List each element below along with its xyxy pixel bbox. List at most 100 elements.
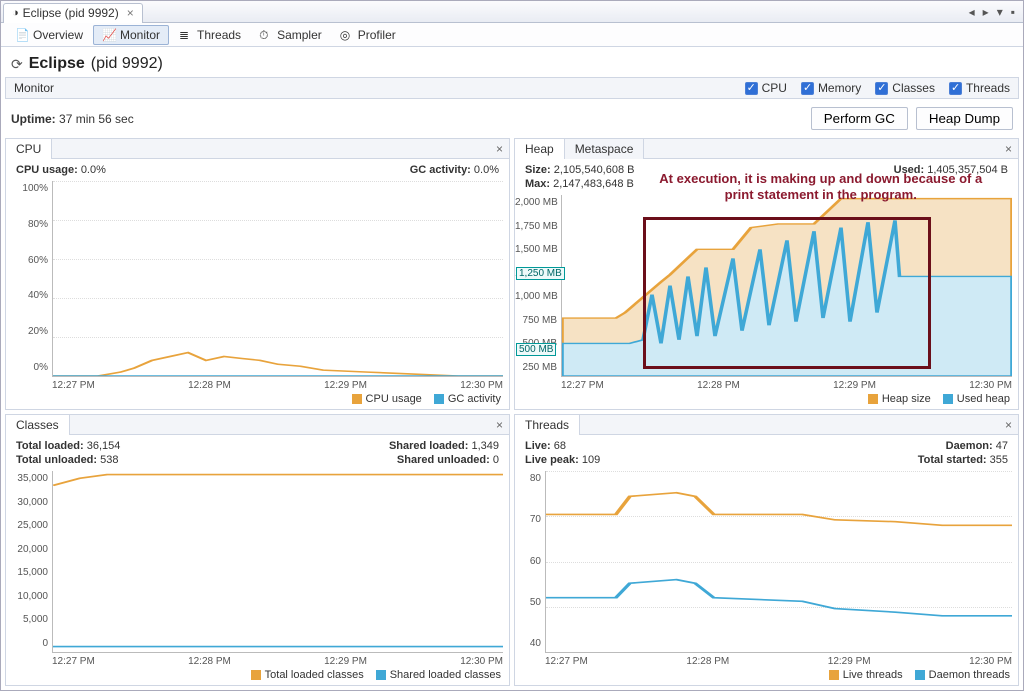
swatch-icon bbox=[251, 670, 261, 680]
heap-annotation: At execution, it is making up and down b… bbox=[652, 171, 990, 204]
cpu-legend: CPU usage GC activity bbox=[6, 393, 509, 409]
xtick: 12:30 PM bbox=[969, 656, 1012, 667]
chk-classes[interactable]: Classes bbox=[875, 81, 935, 95]
tab-profiler-label: Profiler bbox=[358, 28, 396, 42]
xtick: 12:30 PM bbox=[969, 380, 1012, 391]
ytick: 30,000 bbox=[6, 497, 48, 508]
daemon-label: Daemon: bbox=[946, 440, 993, 452]
heap-tab[interactable]: Heap bbox=[515, 139, 565, 159]
overview-icon: 📄 bbox=[15, 28, 29, 42]
classes-svg bbox=[53, 471, 503, 652]
uptime-label: Uptime: bbox=[11, 112, 56, 126]
shared-loaded-value: 1,349 bbox=[471, 440, 499, 452]
threads-plot[interactable] bbox=[545, 471, 1012, 653]
ytick: 1,750 MB bbox=[515, 221, 557, 232]
more-icon[interactable]: ▪ bbox=[1011, 5, 1015, 19]
xtick: 12:27 PM bbox=[545, 656, 588, 667]
shared-unloaded-label: Shared unloaded: bbox=[397, 454, 490, 466]
metaspace-tab[interactable]: Metaspace bbox=[565, 139, 645, 159]
ytick: 15,000 bbox=[6, 567, 48, 578]
ytick: 80 bbox=[515, 473, 541, 484]
xtick: 12:27 PM bbox=[52, 380, 95, 391]
tab-sampler[interactable]: ⏱Sampler bbox=[251, 26, 330, 44]
legend-live-threads: Live threads bbox=[843, 669, 903, 681]
total-loaded-value: 36,154 bbox=[87, 440, 121, 452]
ytick: 25,000 bbox=[6, 520, 48, 531]
chk-threads[interactable]: Threads bbox=[949, 81, 1010, 95]
xtick: 12:30 PM bbox=[460, 656, 503, 667]
heap-size-value: 2,105,540,608 B bbox=[554, 164, 635, 176]
chk-threads-label: Threads bbox=[966, 81, 1010, 95]
ytick: 2,000 MB bbox=[515, 197, 557, 208]
perform-gc-button[interactable]: Perform GC bbox=[811, 107, 908, 130]
xtick: 12:28 PM bbox=[188, 380, 231, 391]
title-pid: (pid 9992) bbox=[91, 55, 163, 73]
heap-dump-button[interactable]: Heap Dump bbox=[916, 107, 1013, 130]
tab-profiler[interactable]: ◎Profiler bbox=[332, 26, 404, 44]
heap-legend: Heap size Used heap bbox=[515, 393, 1018, 409]
cpu-panel-title: CPU bbox=[16, 142, 41, 156]
ytick: 5,000 bbox=[6, 614, 48, 625]
tab-overview[interactable]: 📄Overview bbox=[7, 26, 91, 44]
xtick: 12:29 PM bbox=[324, 380, 367, 391]
cpu-plot[interactable] bbox=[52, 181, 503, 377]
live-label: Live: bbox=[525, 440, 551, 452]
classes-legend: Total loaded classes Shared loaded class… bbox=[6, 669, 509, 685]
page-title: ⟳ Eclipse (pid 9992) bbox=[1, 47, 1023, 77]
menu-icon[interactable]: ▾ bbox=[997, 5, 1003, 19]
swatch-icon bbox=[829, 670, 839, 680]
tab-monitor[interactable]: 📈Monitor bbox=[93, 25, 169, 45]
threads-title: Threads bbox=[525, 418, 569, 432]
classes-xaxis: 12:27 PM 12:28 PM 12:29 PM 12:30 PM bbox=[52, 656, 503, 667]
threads-legend: Live threads Daemon threads bbox=[515, 669, 1018, 685]
total-loaded-label: Total loaded: bbox=[16, 440, 84, 452]
close-icon[interactable]: × bbox=[127, 6, 134, 20]
monitor-icon: 📈 bbox=[102, 28, 116, 42]
total-started-label: Total started: bbox=[918, 454, 987, 466]
legend-total-classes: Total loaded classes bbox=[265, 669, 364, 681]
shared-unloaded-value: 0 bbox=[493, 454, 499, 466]
total-unloaded-label: Total unloaded: bbox=[16, 454, 97, 466]
xtick: 12:29 PM bbox=[324, 656, 367, 667]
app-tab-label: Eclipse (pid 9992) bbox=[23, 6, 119, 20]
ytick: 100% bbox=[6, 183, 48, 194]
close-icon[interactable]: × bbox=[490, 142, 509, 156]
ytick: 40 bbox=[515, 638, 541, 649]
monitor-header-label: Monitor bbox=[14, 81, 54, 95]
threads-svg bbox=[546, 471, 1012, 652]
legend-heapsize: Heap size bbox=[882, 393, 931, 405]
sampler-icon: ⏱ bbox=[259, 28, 273, 42]
ytick: 750 MB bbox=[515, 315, 557, 326]
close-icon[interactable]: × bbox=[999, 418, 1018, 432]
title-app: Eclipse bbox=[29, 55, 85, 73]
legend-cpu: CPU usage bbox=[366, 393, 422, 405]
ytick: 1,000 MB bbox=[515, 291, 557, 302]
cpu-usage-value: 0.0% bbox=[81, 164, 106, 176]
classes-yaxis: 35,000 30,000 25,000 20,000 15,000 10,00… bbox=[6, 471, 52, 667]
legend-usedheap: Used heap bbox=[957, 393, 1010, 405]
classes-plot[interactable] bbox=[52, 471, 503, 653]
close-icon[interactable]: × bbox=[490, 418, 509, 432]
xtick: 12:29 PM bbox=[833, 380, 876, 391]
live-peak-label: Live peak: bbox=[525, 454, 579, 466]
threads-panel-tab: Threads bbox=[515, 415, 580, 435]
close-icon[interactable]: × bbox=[999, 142, 1018, 156]
chk-cpu[interactable]: CPU bbox=[745, 81, 787, 95]
ytick: 20,000 bbox=[6, 544, 48, 555]
xtick: 12:27 PM bbox=[52, 656, 95, 667]
xtick: 12:28 PM bbox=[686, 656, 729, 667]
app-tab-eclipse[interactable]: ◑ Eclipse (pid 9992) × bbox=[3, 3, 143, 23]
heap-panel: Heap Metaspace × Size: 2,105,540,608 B U… bbox=[514, 138, 1019, 410]
cpu-xaxis: 12:27 PM 12:28 PM 12:29 PM 12:30 PM bbox=[52, 380, 503, 391]
nav-left-icon[interactable]: ◂ bbox=[969, 5, 975, 19]
chk-memory[interactable]: Memory bbox=[801, 81, 861, 95]
xtick: 12:27 PM bbox=[561, 380, 604, 391]
swatch-icon bbox=[352, 394, 362, 404]
heap-plot[interactable]: 1,250 MB 500 MB At execution, it is maki… bbox=[561, 195, 1012, 377]
heap-annotation-box bbox=[643, 217, 931, 369]
shared-loaded-label: Shared loaded: bbox=[389, 440, 468, 452]
nav-right-icon[interactable]: ▸ bbox=[983, 5, 989, 19]
tab-threads[interactable]: ≣Threads bbox=[171, 26, 249, 44]
live-peak-value: 109 bbox=[582, 454, 600, 466]
cpu-usage-label: CPU usage: bbox=[16, 164, 78, 176]
